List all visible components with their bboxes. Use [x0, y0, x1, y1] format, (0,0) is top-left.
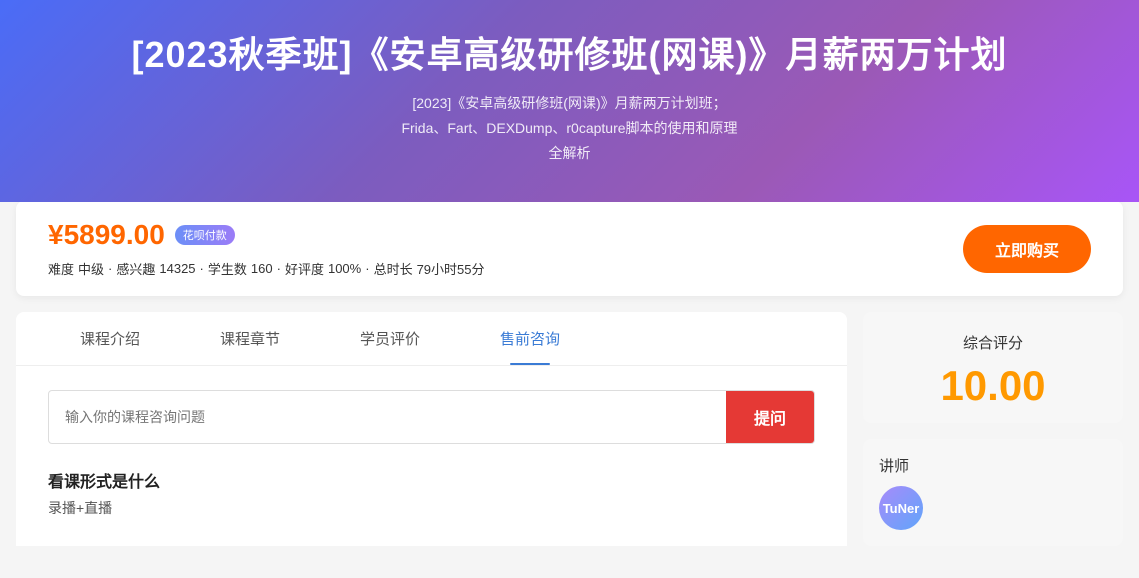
hero-subtitle-line3: 全解析 — [549, 145, 591, 161]
huabei-badge: 花呗付款 — [175, 225, 235, 245]
question-answer: 录播+直播 — [48, 498, 815, 518]
interest-label: 感兴趣 — [116, 259, 155, 278]
consult-input[interactable] — [49, 395, 726, 439]
hero-banner: [2023秋季班]《安卓高级研修班(网课)》月薪两万计划 [2023]《安卓高级… — [0, 0, 1139, 202]
score-value: 10.00 — [879, 365, 1107, 407]
instructor-row: TuNer — [879, 486, 1107, 530]
students-label: 学生数 — [208, 259, 247, 278]
tab-reviews[interactable]: 学员评价 — [320, 312, 460, 365]
avatar: TuNer — [879, 486, 923, 530]
difficulty-label: 难度 — [48, 259, 74, 278]
rating-value: 100% — [328, 261, 361, 276]
dot4: · — [365, 261, 369, 276]
dot2: · — [200, 261, 204, 276]
meta-row: 难度 中级 · 感兴趣 14325 · 学生数 160 · 好评度 100% ·… — [48, 259, 485, 278]
price-info: ¥5899.00 花呗付款 难度 中级 · 感兴趣 14325 · 学生数 16… — [48, 219, 485, 278]
right-sidebar: 综合评分 10.00 讲师 TuNer — [863, 312, 1123, 546]
hero-subtitle-line1: [2023]《安卓高级研修班(网课)》月薪两万计划班； — [412, 95, 726, 111]
tab-consult[interactable]: 售前咨询 — [460, 312, 600, 365]
rating-label: 好评度 — [285, 259, 324, 278]
difficulty-value: 中级 — [78, 259, 104, 278]
interest-value: 14325 — [159, 261, 195, 276]
duration-label: 总时长 — [374, 259, 413, 278]
buy-button[interactable]: 立即购买 — [963, 225, 1091, 273]
dot1: · — [108, 261, 112, 276]
price-amount: ¥5899.00 — [48, 219, 165, 251]
hero-subtitle-line2: Frida、Fart、DEXDump、r0capture脚本的使用和原理 — [401, 120, 737, 136]
students-value: 160 — [251, 261, 273, 276]
consult-input-row: 提问 — [48, 390, 815, 444]
question-title: 看课形式是什么 — [48, 468, 815, 492]
price-row: ¥5899.00 花呗付款 — [48, 219, 485, 251]
score-card: 综合评分 10.00 — [863, 312, 1123, 423]
price-section: ¥5899.00 花呗付款 难度 中级 · 感兴趣 14325 · 学生数 16… — [16, 201, 1123, 296]
tab-intro[interactable]: 课程介绍 — [40, 312, 180, 365]
instructor-section: 讲师 TuNer — [863, 439, 1123, 546]
duration-value: 79小时55分 — [417, 259, 485, 278]
left-content: 课程介绍 课程章节 学员评价 售前咨询 提问 看课形式是什么 录播+直播 — [16, 312, 847, 546]
dot3: · — [277, 261, 281, 276]
consult-area: 提问 看课形式是什么 录播+直播 — [16, 366, 847, 542]
tab-chapters[interactable]: 课程章节 — [180, 312, 320, 365]
consult-submit-button[interactable]: 提问 — [726, 391, 814, 443]
avatar-text: TuNer — [883, 501, 920, 516]
tabs-bar: 课程介绍 课程章节 学员评价 售前咨询 — [16, 312, 847, 366]
hero-subtitle: [2023]《安卓高级研修班(网课)》月薪两万计划班； Frida、Fart、D… — [80, 91, 1059, 167]
instructor-label: 讲师 — [879, 455, 1107, 476]
score-label: 综合评分 — [879, 332, 1107, 353]
main-area: 课程介绍 课程章节 学员评价 售前咨询 提问 看课形式是什么 录播+直播 — [0, 296, 1139, 546]
hero-title: [2023秋季班]《安卓高级研修班(网课)》月薪两万计划 — [80, 32, 1059, 79]
